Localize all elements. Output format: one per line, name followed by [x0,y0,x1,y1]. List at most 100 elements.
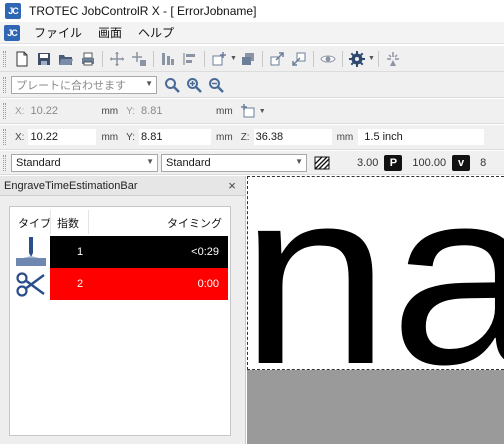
job-time-list: タイプ 指数 タイミング 1 <0:29 2 0:00 [9,206,231,436]
chevron-down-icon[interactable]: ▼ [368,49,375,69]
open-folder-icon[interactable] [55,49,77,69]
process-select[interactable]: Standard ▼ [161,153,307,172]
hatch-pattern-icon[interactable] [311,153,333,173]
app-menu-icon[interactable]: JC [4,24,20,41]
x-label: X: [15,131,25,143]
stack-icon[interactable] [237,49,259,69]
menu-file[interactable]: ファイル [32,24,84,41]
table-row[interactable]: 2 0:00 [50,268,228,300]
separator [378,50,379,67]
z-label: Z: [240,131,250,143]
row-index: 2 [77,278,84,290]
column-header-type[interactable]: タイプ [18,212,51,234]
close-icon[interactable]: × [225,178,239,193]
y-label: Y: [126,131,136,143]
zoom-toolbar: プレートに合わせます ▼ [0,72,504,98]
chevron-down-icon: ▼ [295,156,303,166]
separator [342,50,343,67]
y-unit: mm [216,105,233,117]
chevron-down-icon[interactable]: ▼ [230,49,237,69]
cut-icon [13,268,49,300]
process-toolbar: Standard ▼ Standard ▼ 3.00 P 100.00 v 8 [0,151,504,175]
eye-icon[interactable] [317,49,339,69]
separator [153,50,154,67]
save-icon[interactable] [33,49,55,69]
position-toolbar-disabled: X: 10.22 mm Y: 8.81 mm ▼ [0,99,504,124]
separator [204,50,205,67]
toolbar-grip[interactable] [3,76,6,93]
gear-icon[interactable] [346,49,368,69]
toolbar-grip[interactable] [3,154,6,171]
new-file-icon[interactable] [11,49,33,69]
material-select[interactable]: Standard ▼ [11,153,158,172]
add-job-icon[interactable] [208,49,230,69]
x-unit: mm [101,105,119,117]
window-title: TROTEC JobControlR X - [ ErrorJobname] [29,4,257,18]
zoom-icon[interactable] [161,75,183,95]
toolbar-grip[interactable] [3,50,6,67]
title-bar: JC TROTEC JobControlR X - [ ErrorJobname… [0,0,504,22]
toolbar-grip[interactable] [3,103,6,119]
row-index: 1 [77,246,84,258]
material-select-value: Standard [16,156,61,169]
power-value: 100.00 [412,156,447,169]
process-select-value: Standard [166,156,211,169]
zoom-mode-select[interactable]: プレートに合わせます ▼ [11,75,157,94]
menu-help[interactable]: ヘルプ [136,24,176,41]
y-position-input-disabled: 8.81 [138,102,213,120]
engrave-icon [13,236,49,268]
move-icon[interactable] [106,49,128,69]
column-divider [88,210,89,234]
x-label: X: [15,105,25,117]
material-thickness-input[interactable]: 1.5 inch [357,128,486,146]
velocity-value: 8 [480,156,487,169]
z-position-input[interactable]: 36.38 [252,128,333,146]
chevron-down-icon[interactable]: ▼ [259,101,266,121]
export-icon[interactable] [266,49,288,69]
separator [313,50,314,67]
x-position-input[interactable]: 10.22 [27,128,98,146]
panel-header: EngraveTimeEstimationBar × [0,176,245,196]
engraving-plate[interactable]: na [247,176,504,371]
panel-title: EngraveTimeEstimationBar [4,179,138,192]
zoom-mode-value: プレートに合わせます [16,79,126,92]
y-unit: mm [216,131,233,143]
column-header-timing[interactable]: タイミング [167,212,222,234]
row-timing: 0:00 [197,278,219,290]
x-unit: mm [101,131,119,143]
separator [102,50,103,67]
x-position-input-disabled: 10.22 [27,102,98,120]
align-icon[interactable] [179,49,201,69]
position-icon[interactable] [128,49,150,69]
position-toolbar: X: 10.22 mm Y: 8.81 mm Z: 36.38 mm 1.5 i… [0,125,504,150]
import-icon[interactable] [288,49,310,69]
laser-icon[interactable] [382,49,404,69]
velocity-badge: v [452,154,471,171]
chevron-down-icon: ▼ [145,78,153,88]
y-position-input[interactable]: 8.81 [138,128,213,146]
menu-bar: JC ファイル 画面 ヘルプ [0,22,504,44]
job-graphic[interactable]: na [248,177,504,371]
engrave-time-panel: EngraveTimeEstimationBar × タイプ 指数 タイミング … [0,176,246,444]
y-label: Y: [126,105,136,117]
print-icon[interactable] [77,49,99,69]
chevron-down-icon: ▼ [146,156,154,166]
z-unit: mm [336,131,354,143]
separator [262,50,263,67]
job-preview-text: na [248,177,504,371]
column-header-index[interactable]: 指数 [57,212,79,234]
process-value: 3.00 [357,156,379,169]
menu-view[interactable]: 画面 [96,24,124,41]
reference-point-icon[interactable] [237,101,259,121]
column-divider [50,210,51,234]
job-workspace[interactable]: na [247,176,504,444]
toolbar-grip[interactable] [3,129,6,145]
main-toolbar: ▼ ▼ [0,46,504,72]
zoom-out-icon[interactable] [205,75,227,95]
app-logo-icon: JC [5,3,21,19]
process-settings-icon[interactable] [157,49,179,69]
power-badge: P [384,154,403,171]
table-row[interactable]: 1 <0:29 [50,236,228,268]
zoom-in-icon[interactable] [183,75,205,95]
row-timing: <0:29 [191,246,219,258]
